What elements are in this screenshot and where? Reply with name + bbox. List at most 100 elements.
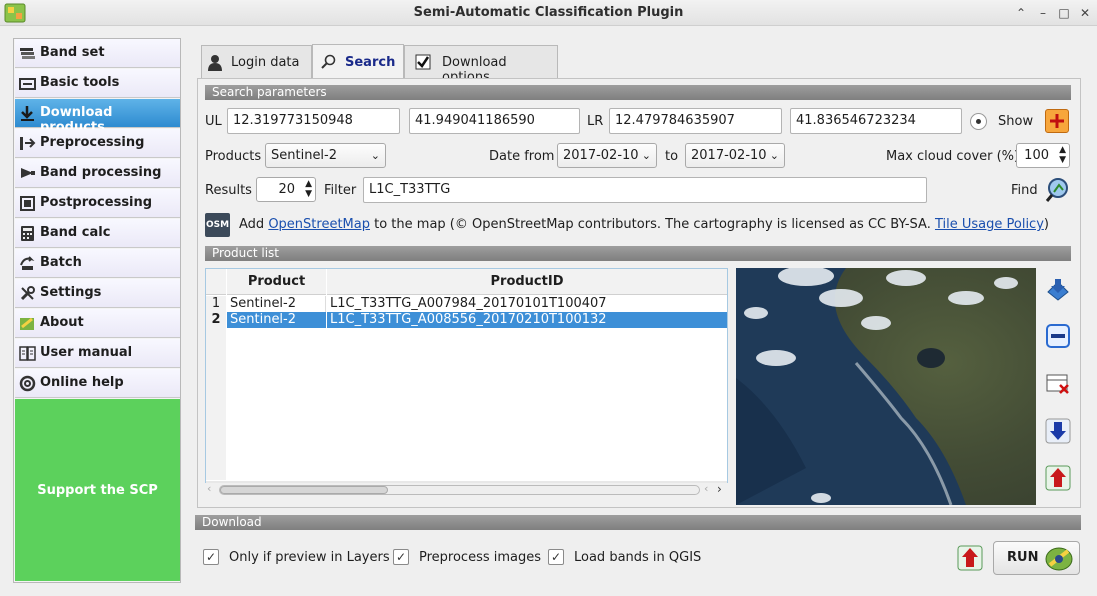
preprocess-label: Preprocess images xyxy=(419,550,542,565)
scroll-left-icon[interactable]: ‹ xyxy=(207,482,211,495)
minimize-icon[interactable]: – xyxy=(1034,4,1052,22)
filter-input[interactable]: L1C_T33TTG xyxy=(363,177,927,203)
basic-tools-icon xyxy=(19,78,36,90)
ul-x-input[interactable]: 12.319773150948 xyxy=(227,108,400,134)
maximize-icon[interactable]: □ xyxy=(1055,4,1073,22)
cell-productid[interactable]: L1C_T33TTG_A007984_20170101T100407 xyxy=(327,296,727,312)
ul-y-input[interactable]: 41.949041186590 xyxy=(409,108,580,134)
spinner-arrows-icon[interactable]: ▲ ▼ xyxy=(1059,145,1066,165)
sidebar-item-user-manual[interactable]: User manual xyxy=(15,339,180,368)
chevron-down-icon: ⌄ xyxy=(769,149,779,162)
lr-y-input[interactable]: 41.836546723234 xyxy=(790,108,962,134)
scroll-left-icon[interactable]: ‹ xyxy=(704,482,708,495)
lr-label: LR xyxy=(587,114,604,129)
products-label: Products xyxy=(205,149,262,164)
sidebar-item-label: Basic tools xyxy=(40,75,120,90)
sidebar-item-label: Batch xyxy=(40,255,82,270)
find-label: Find xyxy=(1011,183,1038,198)
tab-search[interactable]: Search xyxy=(312,44,404,79)
show-label: Show xyxy=(998,114,1034,129)
scrollbar-thumb[interactable] xyxy=(220,486,388,494)
window-title: Semi-Automatic Classification Plugin xyxy=(413,5,684,20)
clear-table-button[interactable] xyxy=(1045,370,1071,396)
arrow-up-icon xyxy=(1045,465,1071,491)
sidebar-item-settings[interactable]: Settings xyxy=(15,279,180,308)
support-the-scp-button[interactable]: Support the SCP xyxy=(15,399,180,581)
products-select[interactable]: Sentinel-2 ⌄ xyxy=(265,143,386,168)
lr-x-input[interactable]: 12.479784635907 xyxy=(609,108,782,134)
calculator-icon xyxy=(21,226,34,241)
row-number[interactable]: 2 xyxy=(206,312,226,328)
sidebar-item-preprocessing[interactable]: Preprocessing xyxy=(15,129,180,158)
sidebar-item-band-processing[interactable]: Band processing xyxy=(15,159,180,188)
checkbox-checked-icon xyxy=(415,54,431,70)
sidebar-item-about[interactable]: About xyxy=(15,309,180,338)
sidebar-item-band-set[interactable]: Band set xyxy=(15,39,180,68)
date-from-value: 2017-02-10 xyxy=(563,148,639,163)
run-button[interactable]: RUN xyxy=(993,541,1080,575)
osm-link[interactable]: OpenStreetMap xyxy=(268,217,370,232)
sidebar-item-label: Preprocessing xyxy=(40,135,145,150)
horizontal-scrollbar[interactable]: ‹ ‹ › xyxy=(207,482,728,496)
product-table: Product ProductID 1 2 Sentinel-2 L1C_T33… xyxy=(205,268,728,483)
cell-product[interactable]: Sentinel-2 xyxy=(227,296,326,312)
chevron-down-icon: ⌄ xyxy=(641,149,651,162)
display-preview-button[interactable] xyxy=(1045,276,1071,302)
cell-product[interactable]: Sentinel-2 xyxy=(227,312,326,328)
tab-label: Login data xyxy=(231,55,300,70)
postprocessing-icon xyxy=(20,196,35,211)
show-radio[interactable] xyxy=(970,113,987,130)
export-script-button[interactable] xyxy=(957,545,983,571)
plus-icon xyxy=(1050,114,1064,128)
tile-usage-policy-link[interactable]: Tile Usage Policy xyxy=(935,217,1044,232)
date-to-select[interactable]: 2017-02-10 ⌄ xyxy=(685,143,785,168)
to-label: to xyxy=(665,149,679,164)
results-value: 20 xyxy=(278,182,295,197)
remove-row-button[interactable] xyxy=(1045,323,1071,349)
download-header: Download xyxy=(195,515,1081,530)
search-icon xyxy=(321,54,336,69)
osm-icon[interactable]: OSM xyxy=(205,213,230,237)
results-spinner[interactable]: 20 ▲ ▼ xyxy=(256,177,316,202)
sidebar-item-batch[interactable]: Batch xyxy=(15,249,180,278)
sidebar-item-band-calc[interactable]: Band calc xyxy=(15,219,180,248)
tab-download-options[interactable]: Download options xyxy=(404,45,558,85)
row-number[interactable]: 1 xyxy=(206,296,226,312)
load-bands-label: Load bands in QGIS xyxy=(574,550,702,565)
download-images-button[interactable] xyxy=(1045,418,1071,444)
tab-login-data[interactable]: Login data xyxy=(201,45,312,78)
sidebar: Band set Basic tools Download products P… xyxy=(13,38,181,583)
close-icon[interactable]: ✕ xyxy=(1076,4,1094,22)
sidebar-item-label: Band calc xyxy=(40,225,111,240)
export-links-button[interactable] xyxy=(1045,465,1071,491)
sidebar-item-download-products[interactable]: Download products xyxy=(15,99,180,135)
cell-productid[interactable]: L1C_T33TTG_A008556_20170210T100132 xyxy=(327,312,727,328)
batch-icon xyxy=(20,256,35,270)
search-parameters-header: Search parameters xyxy=(205,85,1071,100)
results-label: Results xyxy=(205,183,252,198)
support-label: Support the SCP xyxy=(37,482,158,498)
sidebar-item-online-help[interactable]: Online help xyxy=(15,369,180,398)
sidebar-item-label: Postprocessing xyxy=(40,195,153,210)
column-header-productid[interactable]: ProductID xyxy=(327,269,727,295)
find-button[interactable] xyxy=(1045,177,1071,203)
spinner-arrows-icon[interactable]: ▲ ▼ xyxy=(305,179,312,199)
scroll-right-icon[interactable]: › xyxy=(717,482,722,496)
wrench-icon xyxy=(20,286,35,301)
sidebar-item-label: Online help xyxy=(40,375,124,390)
sidebar-item-label: Band processing xyxy=(40,165,162,180)
preprocess-checkbox[interactable]: ✓ xyxy=(393,549,409,565)
max-cloud-value: 100 xyxy=(1024,148,1049,163)
sidebar-item-basic-tools[interactable]: Basic tools xyxy=(15,69,180,98)
ul-label: UL xyxy=(205,114,222,129)
sidebar-item-label: Settings xyxy=(40,285,102,300)
column-header-product[interactable]: Product xyxy=(227,269,326,295)
load-bands-checkbox[interactable]: ✓ xyxy=(548,549,564,565)
run-label: RUN xyxy=(1007,550,1039,565)
only-preview-checkbox[interactable]: ✓ xyxy=(203,549,219,565)
date-from-select[interactable]: 2017-02-10 ⌄ xyxy=(557,143,657,168)
add-area-button[interactable] xyxy=(1045,109,1069,133)
max-cloud-spinner[interactable]: 100 ▲ ▼ xyxy=(1016,143,1070,168)
sidebar-item-postprocessing[interactable]: Postprocessing xyxy=(15,189,180,218)
restore-up-icon[interactable]: ⌃ xyxy=(1012,4,1030,22)
